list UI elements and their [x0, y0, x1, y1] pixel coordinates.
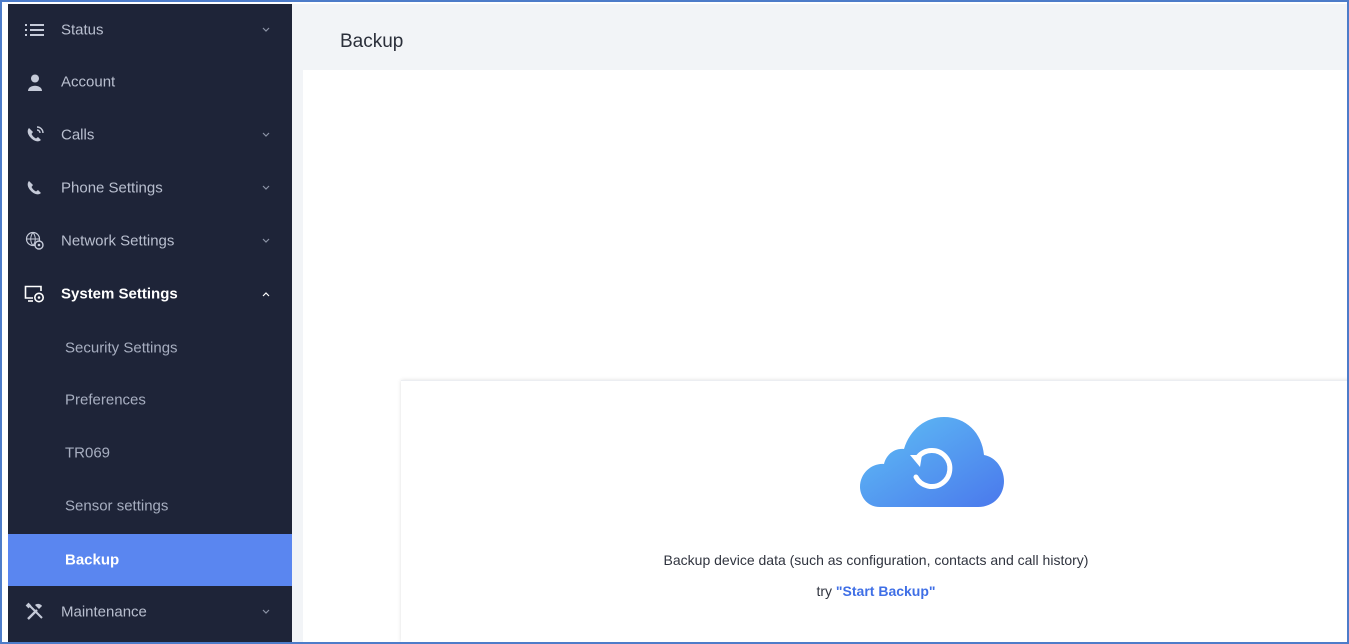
start-backup-link[interactable]: "Start Backup" — [836, 583, 936, 599]
sidebar-subitem-label: Backup — [65, 551, 120, 569]
page-header: Backup — [292, 4, 1347, 70]
sidebar-item-network-settings[interactable]: Network Settings — [8, 215, 292, 267]
page-title: Backup — [340, 31, 404, 52]
sidebar-item-label: Account — [61, 73, 116, 91]
phone-ring-icon — [24, 124, 46, 146]
cloud-backup-icon — [860, 417, 1004, 507]
sidebar-subitem-label: Sensor settings — [65, 497, 169, 515]
sidebar-item-maintenance[interactable]: Maintenance — [8, 586, 292, 638]
phone-icon — [24, 177, 46, 199]
backup-description: Backup device data (such as configuratio… — [663, 552, 1089, 568]
user-icon — [24, 71, 46, 93]
globe-gear-icon — [24, 230, 46, 252]
sidebar-item-label: System Settings — [61, 285, 178, 303]
chevron-down-icon — [261, 130, 271, 140]
chevron-down-icon — [261, 236, 271, 246]
start-backup-hint: try "Start Backup" — [401, 583, 1347, 599]
sidebar-item-label: Calls — [61, 126, 95, 144]
sidebar-subitem-backup[interactable]: Backup — [8, 534, 292, 586]
content-area: Backup device data (such as configuratio… — [303, 70, 1347, 642]
sidebar-subitem-label: TR069 — [65, 444, 111, 462]
monitor-gear-icon — [24, 283, 46, 305]
sidebar-item-label: Network Settings — [61, 232, 175, 250]
sidebar-subitem-security-settings[interactable]: Security Settings — [8, 322, 292, 374]
sidebar-subitem-sensor-settings[interactable]: Sensor settings — [8, 480, 292, 532]
main-panel: Backup Backup device data (such as confi… — [292, 4, 1347, 642]
sidebar-subitem-preferences[interactable]: Preferences — [8, 374, 292, 426]
try-prefix: try — [816, 583, 836, 599]
sidebar-item-system-settings[interactable]: System Settings — [8, 268, 292, 320]
sidebar-item-status[interactable]: Status — [8, 4, 292, 56]
chevron-down-icon — [261, 607, 271, 617]
list-icon — [24, 19, 46, 41]
sidebar-item-label: Maintenance — [61, 603, 147, 621]
sidebar: Status Account Calls Phone Settings Netw… — [8, 4, 292, 642]
sidebar-item-phone-settings[interactable]: Phone Settings — [8, 162, 292, 214]
sidebar-subitem-tr069[interactable]: TR069 — [8, 427, 292, 479]
sidebar-subitem-label: Preferences — [65, 391, 146, 409]
chevron-up-icon — [261, 289, 271, 299]
sidebar-item-calls[interactable]: Calls — [8, 109, 292, 161]
tools-icon — [24, 601, 46, 623]
app-frame: Status Account Calls Phone Settings Netw… — [0, 0, 1349, 644]
sidebar-item-label: Status — [61, 21, 104, 39]
sidebar-item-account[interactable]: Account — [8, 56, 292, 108]
sidebar-item-label: Phone Settings — [61, 179, 163, 197]
sidebar-subitem-label: Security Settings — [65, 339, 178, 357]
chevron-down-icon — [261, 183, 271, 193]
backup-card: Backup device data (such as configuratio… — [401, 380, 1347, 642]
chevron-down-icon — [261, 25, 271, 35]
